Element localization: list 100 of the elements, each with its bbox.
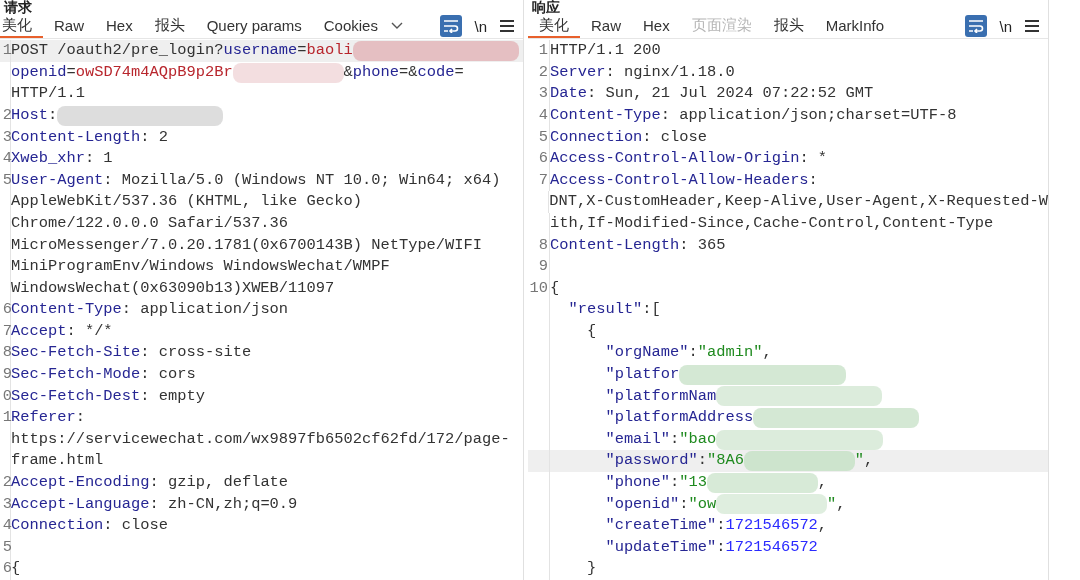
header-name: Connection <box>11 515 104 537</box>
code-text: , <box>762 342 772 364</box>
tab[interactable]: Hex <box>632 14 681 39</box>
line-number: 7 <box>2 321 12 340</box>
line-number: 3 <box>2 494 12 513</box>
code-text: { <box>11 558 21 580</box>
code-text: = <box>66 61 76 83</box>
header-name: "platformAddress <box>605 407 754 429</box>
code-text: =& <box>398 61 418 83</box>
line-number: 1 <box>538 41 548 60</box>
menu-icon[interactable] <box>1024 19 1040 34</box>
line-number: 4 <box>2 516 12 535</box>
code-text: https://servicewechat.com/wx9897fb6502cf62fd/172/page- <box>11 428 510 450</box>
number-value: 1721546572 <box>725 536 818 558</box>
code-text: : close <box>642 126 707 148</box>
code-text: frame.html <box>11 450 104 472</box>
tab[interactable]: 报头 <box>143 14 196 39</box>
header-name: Content-Type <box>550 104 661 126</box>
code-text: : nginx/1.18.0 <box>605 61 735 83</box>
line-number: 4 <box>538 105 548 124</box>
code-text: : <box>716 515 726 537</box>
header-name: Content-Type <box>11 299 122 321</box>
tab[interactable]: 美化 <box>0 14 43 39</box>
line-number: 10 <box>529 278 548 297</box>
newline-toggle[interactable]: \n <box>999 17 1012 35</box>
string-value: "8A6 <box>707 450 744 472</box>
string-value: "bao <box>679 428 717 450</box>
word-wrap-button[interactable] <box>440 15 463 38</box>
header-name: "email" <box>605 428 671 450</box>
line-number: 2 <box>538 62 548 81</box>
line-number: 3 <box>2 127 12 146</box>
tab[interactable]: Raw <box>580 14 632 39</box>
header-name: Referer <box>11 407 76 429</box>
code-text: : <box>688 342 698 364</box>
code-text: : <box>75 407 85 429</box>
code-text: : application/json;charset=UTF-8 <box>660 104 957 126</box>
tab[interactable]: Query params <box>195 14 313 39</box>
code-text: MicroMessenger/7.0.20.1781(0x6700143B) NetType/WIFI <box>11 234 483 256</box>
code-text: : <box>716 536 726 558</box>
code-text: : 365 <box>679 234 726 256</box>
code-text: :[ <box>642 299 661 321</box>
header-name: Sec-Fetch-Site <box>11 342 141 364</box>
line-number: 5 <box>538 127 548 146</box>
code-text: : cors <box>140 364 196 386</box>
param-value: owSD74m4AQpB9p2Br <box>75 61 233 83</box>
code-text: , <box>836 493 846 515</box>
header-name: Xweb_xhr <box>11 148 85 170</box>
param-value: baoli <box>306 40 353 62</box>
header-name: Connection <box>550 126 643 148</box>
tab[interactable]: Cookies <box>312 14 389 39</box>
code-text: : <box>697 450 707 472</box>
header-name: "openid" <box>605 493 680 515</box>
chevron-down-icon[interactable] <box>390 22 403 31</box>
code-text: : 2 <box>140 126 169 148</box>
code-text: { <box>586 320 597 342</box>
line-number: 6 <box>2 559 12 578</box>
line-number: 4 <box>2 149 12 168</box>
code-text: : 1 <box>84 148 113 170</box>
code-text: : <box>670 428 680 450</box>
tab[interactable]: 报头 <box>762 14 815 39</box>
newline-toggle[interactable]: \n <box>474 17 487 35</box>
code-text: : close <box>103 515 168 537</box>
line-number: 1 <box>2 408 12 427</box>
code-text: POST /oauth2/pre_login? <box>11 40 224 62</box>
code-text: MiniProgramEnv/Windows WindowsWechat/WMPF <box>11 256 390 278</box>
header-name: Host <box>11 104 48 126</box>
code-text: : gzip, deflate <box>149 472 289 494</box>
code-text: : <box>670 472 680 494</box>
string-value: "13 <box>679 472 708 494</box>
tab[interactable]: 美化 <box>528 14 580 39</box>
line-number: 6 <box>2 300 12 319</box>
header-name: username <box>223 40 298 62</box>
code-text: : Mozilla/5.0 (Windows NT 10.0; Win64; x64) <box>103 169 501 191</box>
string-value: " <box>827 493 837 515</box>
tab[interactable]: Raw <box>43 14 95 39</box>
code-text: { <box>550 277 560 299</box>
code-text: : cross-site <box>140 342 252 364</box>
word-wrap-button[interactable] <box>965 15 988 38</box>
header-name: "result" <box>568 299 643 321</box>
tab[interactable]: MarkInfo <box>814 14 896 39</box>
number-value: 1721546572 <box>725 515 818 537</box>
code-text: : empty <box>140 385 205 407</box>
line-number: 8 <box>2 343 12 362</box>
header-name: Sec-Fetch-Dest <box>11 385 141 407</box>
code-text: HTTP/1.1 200 <box>550 40 661 62</box>
header-name: "platformNam <box>605 385 717 407</box>
code-text: , <box>864 450 874 472</box>
header-name: openid <box>11 61 67 83</box>
menu-icon[interactable] <box>499 19 515 34</box>
code-text: WindowsWechat(0x63090b13)XWEB/11097 <box>11 277 335 299</box>
line-number: 2 <box>2 473 12 492</box>
code-text: : <box>808 169 818 191</box>
header-name: "platfor <box>605 364 680 386</box>
code-text: Chrome/122.0.0.0 Safari/537.36 <box>11 212 289 234</box>
tab[interactable]: Hex <box>95 14 144 39</box>
header-name: Sec-Fetch-Mode <box>11 364 141 386</box>
header-name: Accept-Encoding <box>11 472 150 494</box>
code-text: AppleWebKit/537.36 (KHTML, like Gecko) <box>11 191 362 213</box>
code-text: } <box>586 558 597 580</box>
code-text: HTTP/1.1 <box>11 83 85 105</box>
